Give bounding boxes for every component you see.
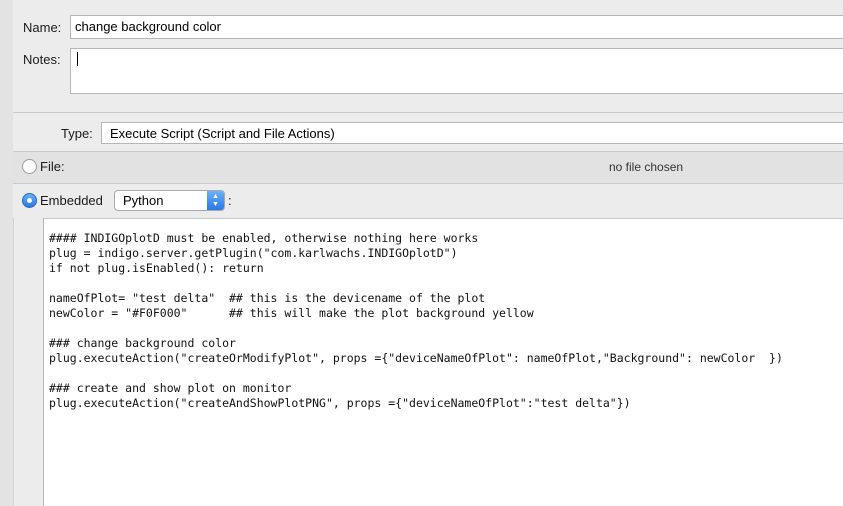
code-line: ### create and show plot on monitor [49,381,292,395]
embedded-radio[interactable] [22,193,37,208]
name-field[interactable]: change background color [70,15,843,39]
language-popup[interactable]: Python ▲ ▼ [114,190,225,211]
text-caret [77,52,78,66]
script-code: #### INDIGOplotD must be enabled, otherw… [49,231,783,411]
file-status: no file chosen [609,160,684,174]
code-line: plug.executeAction("createAndShowPlotPNG… [49,396,631,410]
language-value: Python [123,193,164,208]
code-line: newColor = "#F0F000" ## this will make t… [49,306,534,320]
type-label: Type: [61,126,93,141]
left-edge-panel [0,0,14,506]
code-line: ### change background color [49,336,236,350]
updown-arrows-icon: ▲ ▼ [207,191,224,210]
type-select[interactable]: Execute Script (Script and File Actions) [101,122,843,144]
embedded-label: Embedded [40,193,103,208]
code-line: nameOfPlot= "test delta" ## this is the … [49,291,486,305]
file-label: File: [40,159,65,174]
notes-field[interactable] [70,48,843,94]
code-line: plug = indigo.server.getPlugin("com.karl… [49,246,458,260]
language-colon: : [228,193,232,208]
file-radio[interactable] [22,159,37,174]
file-row [13,152,843,183]
code-line: plug.executeAction("createOrModifyPlot",… [49,351,783,365]
code-line: if not plug.isEnabled(): return [49,261,264,275]
code-line: #### INDIGOplotD must be enabled, otherw… [49,231,479,245]
script-editor[interactable]: #### INDIGOplotD must be enabled, otherw… [43,218,843,506]
notes-label: Notes: [23,52,61,67]
name-label: Name: [23,20,62,35]
